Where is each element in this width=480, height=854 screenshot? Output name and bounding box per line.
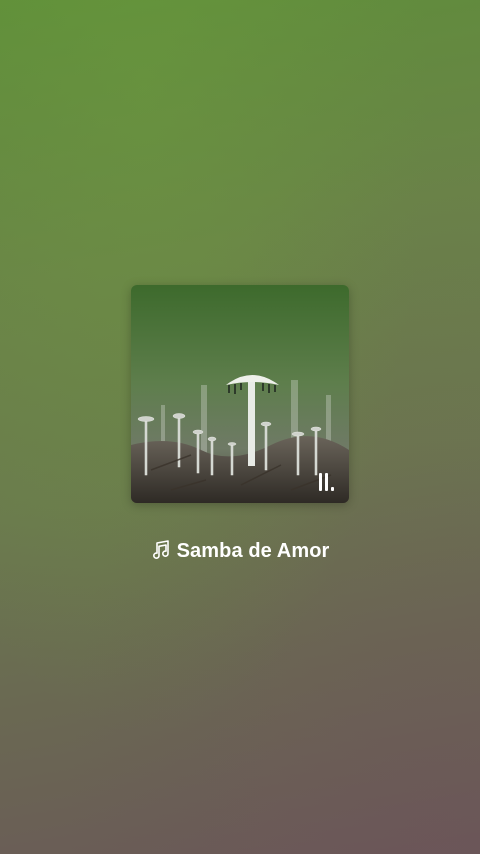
equalizer-icon xyxy=(319,471,337,491)
album-art-image xyxy=(131,285,349,503)
track-title: Samba de Amor xyxy=(176,540,330,562)
now-playing-title-row[interactable]: Samba de Amor xyxy=(0,540,480,566)
album-art[interactable] xyxy=(131,285,349,503)
music-note-icon xyxy=(151,540,171,566)
